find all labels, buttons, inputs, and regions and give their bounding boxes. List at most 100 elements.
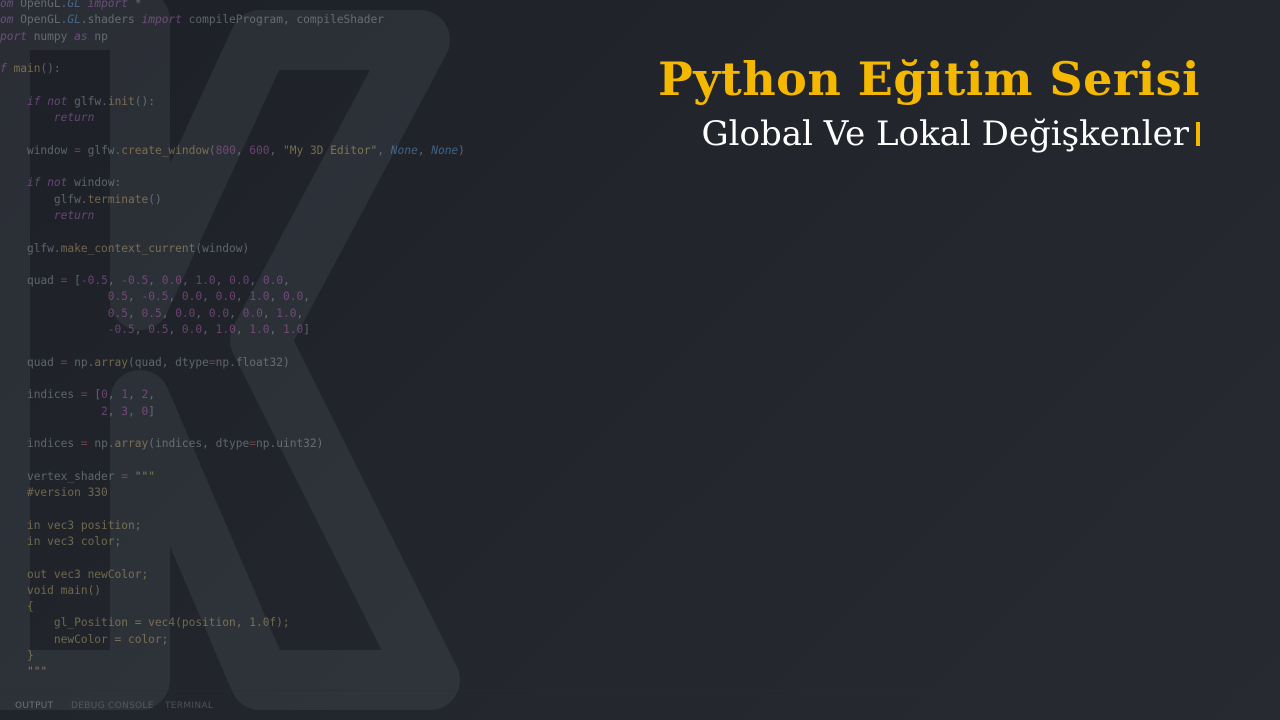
code-token: 1.0 <box>249 323 270 336</box>
code-token: 1.0 <box>283 323 304 336</box>
code-token: OpenGL. <box>20 0 68 10</box>
code-token: [ <box>67 274 81 288</box>
code-token: (): <box>40 62 61 76</box>
code-token: indices <box>26 437 81 451</box>
code-token: } <box>26 649 34 662</box>
code-token: , <box>161 306 176 320</box>
code-token: 1.0 <box>276 306 297 320</box>
code-line: #version 330 <box>0 485 108 501</box>
code-token: make_context_current <box>60 241 196 255</box>
code-token: array <box>94 355 129 369</box>
subtitle-row: Global Ve Lokal Değişkenler <box>658 112 1200 156</box>
code-token: 0.0 <box>215 290 236 304</box>
code-token: , <box>128 290 142 304</box>
code-token: indices <box>26 388 81 402</box>
code-line: window = glfw.create_window(800, 600, "M… <box>0 143 465 159</box>
code-line: in vec3 color; <box>0 534 121 550</box>
code-token: 0.0 <box>181 290 203 304</box>
code-token: , <box>202 290 216 304</box>
code-token: (): <box>134 94 155 108</box>
text-cursor-icon <box>1196 122 1200 146</box>
code-token: in vec3 color; <box>26 534 122 548</box>
code-token: newColor = color; <box>53 632 169 646</box>
video-thumbnail: om OpenGL.GL import * om OpenGL.GL.shader… <box>0 0 1280 720</box>
code-token: ) <box>458 143 465 157</box>
code-line: return <box>0 208 94 224</box>
code-token: , <box>107 274 122 288</box>
code-token: , <box>417 143 432 157</box>
code-token: not <box>47 176 68 190</box>
code-token: quad <box>26 274 61 288</box>
code-token: ( <box>208 143 216 157</box>
code-line: om OpenGL.GL import * <box>0 0 142 12</box>
code-token: = <box>74 143 81 157</box>
code-token: np.uint32) <box>256 437 324 451</box>
code-token: [ <box>87 388 102 402</box>
title-block: Python Eğitim Serisi Global Ve Lokal Değ… <box>658 50 1200 156</box>
code-token: , <box>229 306 243 320</box>
code-line: om OpenGL.GL.shaders import compileProgr… <box>0 12 384 28</box>
code-token: , <box>107 388 122 402</box>
code-token: create_window <box>121 143 209 157</box>
code-token: glfw. <box>26 241 61 255</box>
code-token: main <box>13 62 41 76</box>
code-token: , <box>107 404 122 418</box>
code-token: = <box>208 355 216 369</box>
code-token: array <box>114 437 149 451</box>
code-token: , <box>128 306 142 320</box>
code-token: , <box>168 290 182 304</box>
code-line: f main(): <box>0 61 61 77</box>
code-token: in vec3 position; <box>26 518 142 532</box>
code-token: np. <box>67 355 95 369</box>
code-token: gl_Position = vec4(position, 1.0f); <box>53 616 290 630</box>
code-token: 0.0 <box>161 274 182 288</box>
code-token: , <box>377 143 391 157</box>
code-token: , <box>148 274 162 288</box>
code-token: .shaders <box>80 13 142 27</box>
code-token: = <box>80 437 88 451</box>
code-token: -0.5 <box>80 274 108 288</box>
code-token: = <box>80 388 88 402</box>
tab-terminal[interactable]: TERMINAL <box>165 697 213 720</box>
code-token: 0.0 <box>208 306 230 320</box>
code-line: indices = np.array(indices, dtype=np.uin… <box>0 436 323 452</box>
tab-output[interactable]: OUTPUT <box>15 697 53 720</box>
code-line: glfw.make_context_current(window) <box>0 241 249 257</box>
code-token: port <box>0 29 34 43</box>
code-token: , <box>249 274 263 288</box>
code-token: , <box>269 290 284 304</box>
code-token: 800 <box>215 143 236 157</box>
code-line: void main() <box>0 583 101 599</box>
tab-debug-console[interactable]: DEBUG CONSOLE <box>71 697 154 720</box>
code-token: om <box>0 13 21 27</box>
code-token: vertex_shader <box>26 469 122 483</box>
code-token: , <box>296 306 304 320</box>
code-token: (window) <box>195 241 250 255</box>
code-token: None <box>431 143 459 157</box>
code-token: glfw. <box>53 192 88 206</box>
code-token: = <box>121 469 128 483</box>
code-line: 2, 3, 0] <box>0 404 155 420</box>
code-token: 600 <box>249 143 270 157</box>
code-token: 0.5 <box>148 323 169 336</box>
code-token: , <box>262 306 277 320</box>
code-token: ] <box>303 323 310 336</box>
code-token: void main() <box>26 583 102 597</box>
code-token: * <box>128 0 142 10</box>
code-token: 0.0 <box>242 306 263 320</box>
code-token: 1.0 <box>215 323 236 336</box>
